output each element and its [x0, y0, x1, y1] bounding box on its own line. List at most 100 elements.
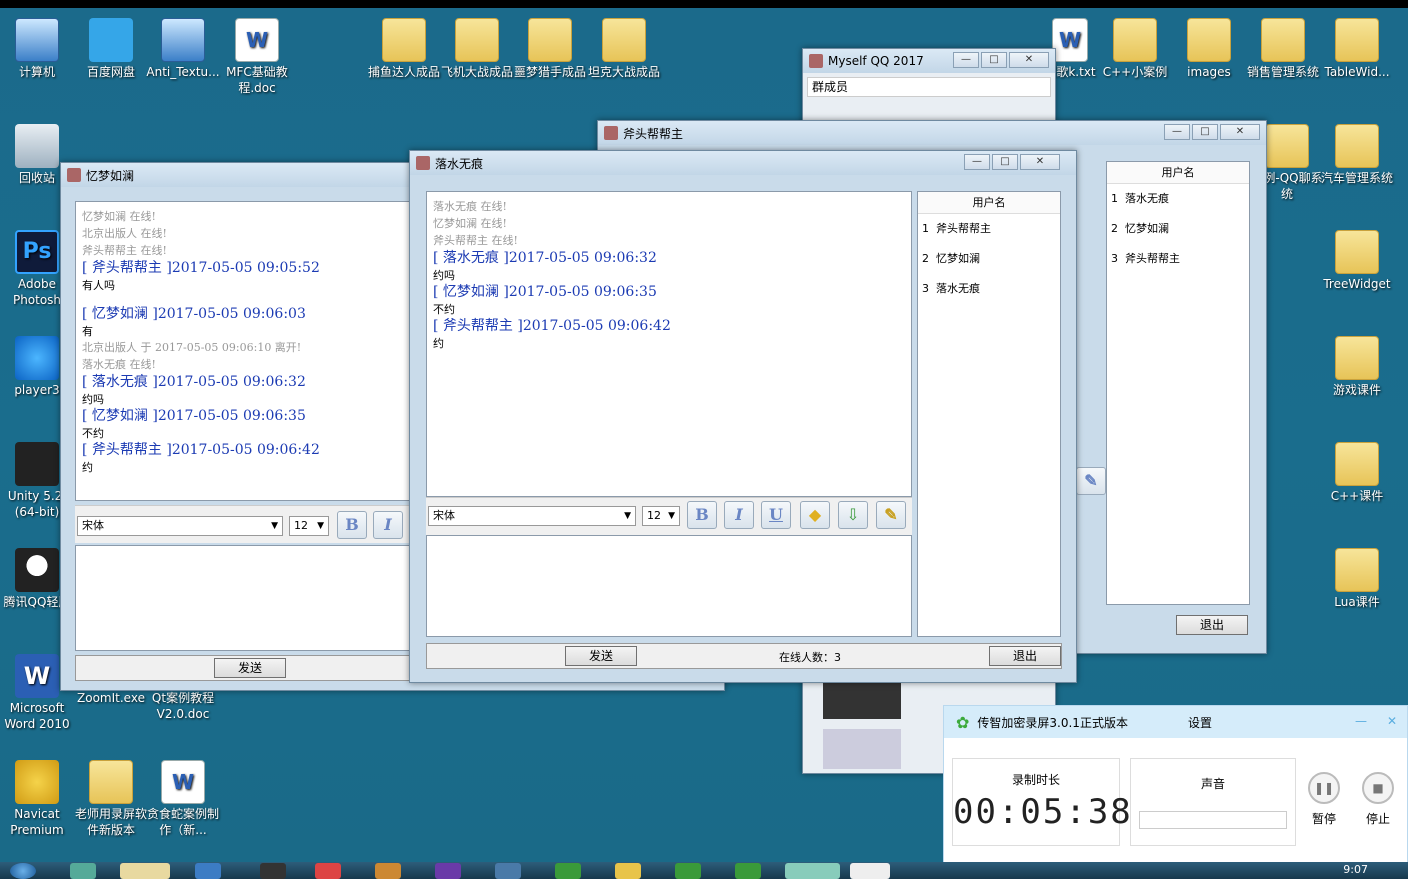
taskbar-qq-icon[interactable]: [850, 863, 890, 879]
user-list[interactable]: 用户名 1 落水无痕 2 忆梦如澜 3 斧头帮帮主: [1106, 161, 1250, 605]
user-row[interactable]: 3 落水无痕: [918, 274, 1060, 304]
taskbar-explorer-icon[interactable]: [120, 863, 170, 879]
folder-icon: [1335, 230, 1379, 274]
desktop-icon-label: Adobe Photosh: [12, 277, 62, 307]
user-row[interactable]: 2 忆梦如澜: [918, 244, 1060, 274]
taskbar-app-icon[interactable]: [375, 863, 401, 879]
desktop-icon-zoomit[interactable]: ZoomIt.exe: [74, 690, 148, 706]
desktop-icon-recorder-folder[interactable]: 老师用录屏软件新版本: [74, 760, 148, 838]
user-name: 落水无痕: [1125, 192, 1169, 205]
chat-message-text: 有: [82, 325, 93, 338]
maximize-button[interactable]: □: [992, 154, 1018, 170]
desktop-icon-label: 老师用录屏软件新版本: [74, 807, 147, 837]
desktop-icon-car[interactable]: 汽车管理系统: [1320, 124, 1394, 186]
minimize-button[interactable]: —: [1164, 124, 1190, 140]
desktop-icon-sales[interactable]: 销售管理系统: [1246, 18, 1320, 80]
minimize-button[interactable]: —: [1355, 714, 1367, 728]
exit-button[interactable]: 退出: [1176, 615, 1248, 635]
taskbar-recorder-icon[interactable]: [785, 863, 840, 879]
desktop-icon-tablewidget[interactable]: TableWid...: [1320, 18, 1394, 80]
settings-link[interactable]: 设置: [1188, 714, 1212, 731]
save-log-button[interactable]: ⇩: [838, 501, 868, 529]
desktop-icon-navicat[interactable]: Navicat Premium: [0, 760, 74, 838]
underline-button[interactable]: U: [761, 501, 791, 529]
desktop-icon-anti-texture[interactable]: Anti_Textu...: [146, 18, 220, 80]
stop-icon[interactable]: ■: [1362, 772, 1394, 804]
desktop-icon-label: 坦克大战成品: [587, 65, 660, 79]
desktop-icon-nightmare[interactable]: 噩梦猎手成品: [513, 18, 587, 80]
send-button[interactable]: 发送: [565, 646, 637, 666]
taskbar-app-icon[interactable]: [495, 863, 521, 879]
message-input[interactable]: [426, 535, 912, 637]
message-input[interactable]: [75, 545, 410, 651]
clear-brush-button[interactable]: ✎: [1076, 467, 1106, 495]
bold-button[interactable]: B: [687, 501, 717, 529]
font-size-select[interactable]: 12 ▼: [289, 516, 329, 536]
desktop-icon-game-course[interactable]: 游戏课件: [1320, 336, 1394, 398]
row-index: 2: [1111, 222, 1118, 235]
close-button[interactable]: ✕: [1009, 52, 1049, 68]
chat-message-header: [ 斧头帮帮主 ]2017-05-05 09:05:52: [82, 260, 320, 276]
desktop-icon-images[interactable]: images: [1172, 18, 1246, 80]
user-row[interactable]: 1 落水无痕: [1107, 184, 1249, 214]
pause-icon[interactable]: ❚❚: [1308, 772, 1340, 804]
start-button[interactable]: [10, 863, 36, 879]
taskbar-vs-icon[interactable]: [435, 863, 461, 879]
minimize-button[interactable]: —: [964, 154, 990, 170]
font-select[interactable]: 宋体 ▼: [77, 516, 283, 536]
folder-icon: [1265, 124, 1309, 168]
taskbar-app-icon[interactable]: [70, 863, 96, 879]
desktop-icon-fishing[interactable]: 捕鱼达人成品: [367, 18, 441, 80]
chat-message-text: 有人吗: [82, 279, 115, 292]
color-button[interactable]: ◆: [800, 501, 830, 529]
chat-window-luoshui[interactable]: 落水无痕 — □ ✕ 落水无痕 在线! 忆梦如澜 在线! 斧头帮帮主 在线! [ 落水…: [409, 150, 1077, 683]
taskbar-qt-icon[interactable]: [555, 863, 581, 879]
close-button[interactable]: ✕: [1387, 714, 1397, 728]
taskbar-qt-icon[interactable]: [735, 863, 761, 879]
user-row[interactable]: 3 斧头帮帮主: [1107, 244, 1249, 274]
desktop-icon-snake-doc[interactable]: 贪食蛇案例制作（新...: [146, 760, 220, 838]
recorder-titlebar[interactable]: ✿ 传智加密录屏3.0.1正式版本 设置 — ✕: [944, 706, 1407, 738]
qq-icon: [809, 54, 823, 68]
user-row[interactable]: 2 忆梦如澜: [1107, 214, 1249, 244]
bold-button[interactable]: B: [337, 511, 367, 539]
minimize-button[interactable]: —: [953, 52, 979, 68]
desktop-icon-treewidget[interactable]: TreeWidget: [1320, 230, 1394, 292]
format-toolbar: 宋体 ▼ 12 ▼ B I: [75, 505, 410, 543]
taskbar-app-icon[interactable]: [615, 863, 641, 879]
desktop-icon-tank[interactable]: 坦克大战成品: [587, 18, 661, 80]
desktop-icon-qt-doc[interactable]: Qt案例教程V2.0.doc: [146, 690, 220, 722]
font-size-select[interactable]: 12 ▼: [642, 506, 680, 526]
maximize-button[interactable]: □: [981, 52, 1007, 68]
user-list-header: 用户名: [918, 192, 1060, 214]
desktop-icon-label: 贪食蛇案例制作（新...: [146, 807, 219, 837]
send-button[interactable]: 发送: [214, 658, 286, 678]
desktop-icon-cpp-course[interactable]: C++课件: [1320, 442, 1394, 504]
clear-brush-button[interactable]: ✎: [876, 501, 906, 529]
desktop-icon-baidu[interactable]: 百度网盘: [74, 18, 148, 80]
user-row[interactable]: 1 斧头帮帮主: [918, 214, 1060, 244]
italic-button[interactable]: I: [724, 501, 754, 529]
system-notice: 斧头帮帮主 在线!: [433, 234, 518, 247]
close-button[interactable]: ✕: [1020, 154, 1060, 170]
exit-button[interactable]: 退出: [989, 646, 1061, 666]
maximize-button[interactable]: □: [1192, 124, 1218, 140]
desktop-icon-mfc-doc[interactable]: MFC基础教程.doc: [220, 18, 294, 96]
taskbar-qt-icon[interactable]: [675, 863, 701, 879]
taskbar-chrome-icon[interactable]: [315, 863, 341, 879]
user-list[interactable]: 用户名 1 斧头帮帮主 2 忆梦如澜 3 落水无痕: [917, 191, 1061, 637]
italic-button[interactable]: I: [373, 511, 403, 539]
desktop-icon-label: C++课件: [1330, 489, 1384, 503]
desktop-icon-label: Microsoft Word 2010: [4, 701, 70, 731]
desktop-icon-computer[interactable]: 计算机: [0, 18, 74, 80]
desktop-icon-plane[interactable]: 飞机大战成品: [440, 18, 514, 80]
screen-recorder-window[interactable]: ✿ 传智加密录屏3.0.1正式版本 设置 — ✕ 录制时长 00:05:38 声…: [943, 705, 1408, 863]
taskbar-app-icon[interactable]: [195, 863, 221, 879]
taskbar-unity-icon[interactable]: [260, 863, 286, 879]
font-select[interactable]: 宋体 ▼: [428, 506, 636, 526]
desktop-icon-lua-course[interactable]: Lua课件: [1320, 548, 1394, 610]
desktop-icon-cpp-cases[interactable]: C++小案例: [1098, 18, 1172, 80]
close-button[interactable]: ✕: [1220, 124, 1260, 140]
window-title: Myself QQ 2017: [828, 54, 924, 68]
desktop-icon-label: Qt案例教程V2.0.doc: [151, 691, 215, 721]
